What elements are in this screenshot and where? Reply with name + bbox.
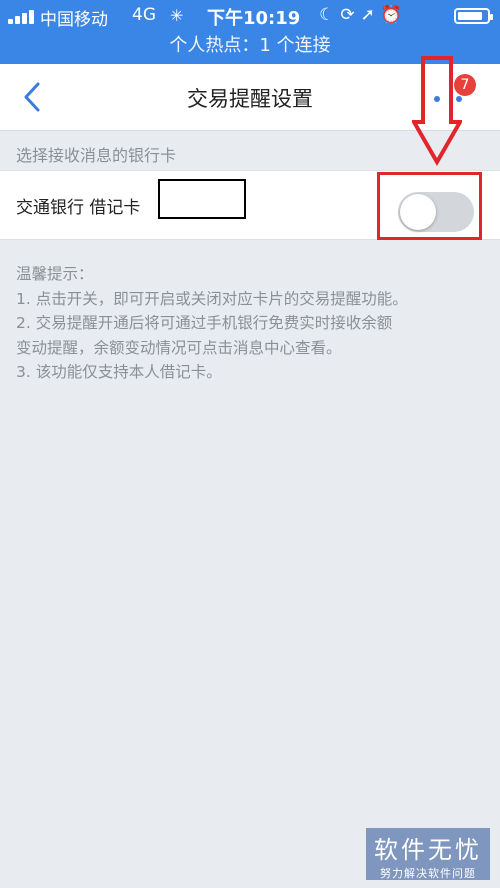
status-time: 下午10:19 (207, 8, 301, 29)
tips-line: 1. 点击开关，即可开启或关闭对应卡片的交易提醒功能。 (16, 289, 408, 308)
network-type: 4G (132, 5, 156, 25)
tips-section: 温馨提示： 1. 点击开关，即可开启或关闭对应卡片的交易提醒功能。 2. 交易提… (16, 262, 492, 385)
annotation-highlight-box (377, 172, 482, 240)
annotation-arrow (412, 56, 462, 166)
battery-icon (454, 8, 493, 24)
alarm-icon: ⏰ (380, 5, 408, 25)
watermark: 软件无忧 努力解决软件问题 (366, 828, 490, 880)
tips-title: 温馨提示： (16, 265, 94, 283)
section-header: 选择接收消息的银行卡 (16, 146, 177, 165)
status-row: 中国移动 4G ✳ 下午10:19 ☾⟳➚⏰ (0, 0, 500, 32)
status-bar: 中国移动 4G ✳ 下午10:19 ☾⟳➚⏰ 个人热点：1 个连接 (0, 0, 500, 64)
rotation-lock-icon: ⟳ (340, 5, 361, 25)
card-label: 交通银行 借记卡 (16, 198, 141, 218)
moon-icon: ☾ (319, 5, 341, 25)
carrier-name: 中国移动 (40, 10, 108, 30)
location-icon: ➚ (360, 5, 381, 25)
battery-level (458, 12, 482, 20)
watermark-main: 软件无忧 (374, 836, 482, 864)
tips-line: 变动提醒，余额变动情况可点击消息中心查看。 (16, 338, 342, 357)
loading-icon: ✳ (170, 6, 184, 25)
watermark-sub: 努力解决软件问题 (380, 867, 476, 880)
signal-icon (8, 10, 42, 24)
tips-line: 3. 该功能仅支持本人借记卡。 (16, 363, 222, 381)
redaction-box (158, 179, 246, 219)
tips-line: 2. 交易提醒开通后将可通过手机银行免费实时接收余额 (16, 314, 393, 332)
